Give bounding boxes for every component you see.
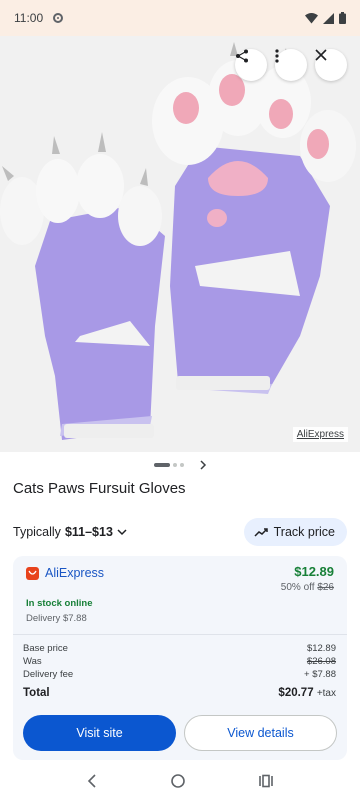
breakdown-label: Was xyxy=(23,656,42,667)
offer-card: AliExpress $12.89 50% off $26 In stock o… xyxy=(13,556,347,760)
close-icon xyxy=(315,49,327,61)
total-value: $20.77 xyxy=(278,687,314,699)
offer-price: $12.89 xyxy=(294,564,334,579)
breakdown-value: $26.08 xyxy=(306,656,336,667)
cat-paw-gloves-illustration xyxy=(0,42,356,440)
breakdown-row: Base price $12.89 xyxy=(23,642,336,655)
left-glove xyxy=(0,132,165,440)
delivery-info: Delivery $7.88 xyxy=(26,613,87,624)
settings-icon xyxy=(53,13,64,23)
price-breakdown: Base price $12.89 Was $26.08 Delivery fe… xyxy=(23,642,336,701)
total-amount: $20.77 +tax xyxy=(278,685,336,701)
typical-label: Typically xyxy=(13,525,61,539)
share-icon xyxy=(236,49,248,63)
product-image[interactable]: AliExpress xyxy=(0,36,360,452)
divider xyxy=(13,634,347,635)
trend-icon xyxy=(254,527,268,537)
pager-dot-active[interactable] xyxy=(153,463,170,467)
pager-dot[interactable] xyxy=(179,463,184,467)
merchant-link[interactable]: AliExpress xyxy=(26,566,104,580)
image-source-link[interactable]: AliExpress xyxy=(292,427,348,442)
signal-icon xyxy=(323,12,334,24)
right-glove xyxy=(152,42,356,394)
view-details-button[interactable]: View details xyxy=(184,715,337,751)
breakdown-row: Was $26.08 xyxy=(23,655,336,668)
image-pager[interactable] xyxy=(0,456,360,474)
status-icons xyxy=(305,12,346,24)
merchant-name: AliExpress xyxy=(45,566,105,580)
typical-range: $11–$13 xyxy=(64,525,113,539)
typical-price-dropdown[interactable]: Typically $11–$13 xyxy=(13,525,127,539)
breakdown-value: $12.89 xyxy=(306,643,336,654)
product-title: Cats Paws Fursuit Gloves xyxy=(13,480,186,497)
price-summary-row: Typically $11–$13 Track price xyxy=(0,518,360,546)
discount-info: 50% off $26 xyxy=(281,582,334,593)
tax-label: +tax xyxy=(316,688,336,699)
track-price-button[interactable]: Track price xyxy=(243,518,347,546)
pager-dot[interactable] xyxy=(172,463,177,467)
system-nav-bar xyxy=(0,762,360,800)
total-label: Total xyxy=(23,687,50,699)
discount-label: 50% off xyxy=(280,582,315,593)
stock-status: In stock online xyxy=(26,598,93,609)
more-options-button[interactable] xyxy=(275,49,307,81)
chevron-down-icon xyxy=(117,528,127,535)
status-time: 11:00 xyxy=(14,11,44,25)
more-vert-icon xyxy=(275,49,279,63)
breakdown-label: Delivery fee xyxy=(23,669,74,680)
breakdown-row: Delivery fee + $7.88 xyxy=(23,668,336,681)
back-icon[interactable] xyxy=(87,774,97,788)
home-icon[interactable] xyxy=(171,774,185,788)
original-price: $26 xyxy=(317,582,334,593)
status-bar: 11:00 xyxy=(0,0,360,36)
battery-icon xyxy=(339,12,346,24)
aliexpress-logo-icon xyxy=(26,566,39,580)
total-row: Total $20.77 +tax xyxy=(23,685,336,701)
recents-icon[interactable] xyxy=(259,774,273,788)
close-button[interactable] xyxy=(315,49,347,81)
chevron-right-icon[interactable] xyxy=(199,460,207,470)
breakdown-label: Base price xyxy=(23,643,68,654)
visit-site-button[interactable]: Visit site xyxy=(23,715,176,751)
share-button[interactable] xyxy=(235,49,267,81)
breakdown-value: + $7.88 xyxy=(304,669,336,680)
wifi-icon xyxy=(305,12,318,23)
track-price-label: Track price xyxy=(273,525,335,539)
